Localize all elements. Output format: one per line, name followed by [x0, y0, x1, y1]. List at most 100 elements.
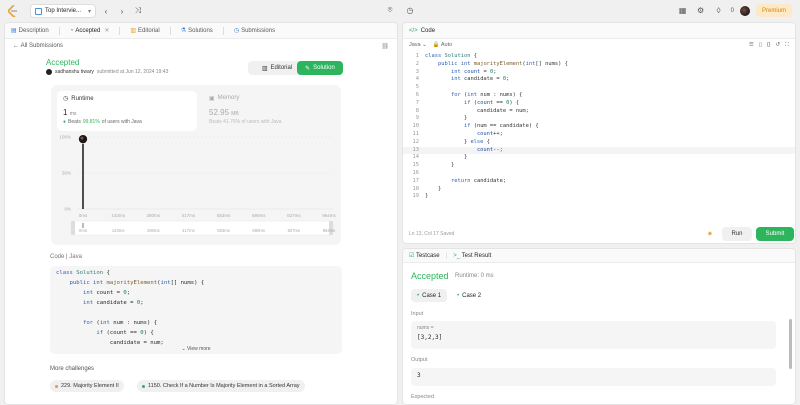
range-tick-label: 143ms — [112, 228, 125, 233]
description-icon: ▤ — [11, 28, 17, 34]
range-tick-label: 0ms — [79, 228, 87, 233]
editor-line: 5 — [415, 84, 419, 91]
all-submissions-link[interactable]: All Submissions — [21, 43, 63, 49]
code-brackets-icon: </> — [409, 27, 418, 34]
output-label: Output — [411, 357, 428, 363]
view-more-button[interactable]: ⌄ View more — [50, 346, 342, 352]
test-status: Accepted — [411, 271, 449, 281]
tab-test-result[interactable]: >_ Test Result — [453, 253, 491, 259]
code-line: for (int num : nums) { — [82, 320, 158, 326]
problem-list-tab[interactable]: Top Intervie... ▾ — [30, 4, 96, 18]
submission-status: Accepted — [46, 58, 80, 67]
code-panel-title: Code — [420, 27, 436, 34]
tab-description[interactable]: ▤ Description — [11, 27, 49, 35]
challenge-chip[interactable]: 229. Majority Element II — [50, 380, 124, 392]
editor-line: 14 } — [412, 154, 468, 161]
editor-line: 17 return candidate; — [412, 177, 507, 184]
shuffle-icon[interactable]: ⤨ — [132, 5, 144, 17]
runtime-card[interactable]: ◷ Runtime 1 ms ● Beats 99.81% of users wi… — [57, 91, 197, 131]
editor-toolbar: Java ⌄ 🔒 Auto ☰ ▯ {} ↺ ⛶ — [403, 39, 795, 51]
prev-problem-icon[interactable]: ‹ — [100, 5, 112, 17]
pass-dot-icon: • — [457, 292, 460, 299]
tab-editorial[interactable]: ▥ Editorial — [130, 27, 159, 35]
notes-icon[interactable]: ☰ — [749, 42, 754, 49]
y-tick-label: 100% — [59, 135, 71, 140]
x-tick-label: 417ms — [182, 213, 196, 218]
close-icon[interactable]: ✕ — [104, 27, 109, 34]
run-button[interactable]: Run — [722, 227, 752, 241]
x-tick-label: 280ms — [147, 213, 161, 218]
autosave-indicator[interactable]: 🔒 Auto — [433, 42, 452, 48]
top-bar: Top Intervie... ▾ ‹ › ⤨ ⌾ ◷ ▦ ⚙ ◊ 0 Prem… — [0, 0, 800, 22]
timer-icon[interactable]: ◷ — [404, 4, 416, 16]
editor-line: 16 — [412, 169, 420, 176]
clock-icon: ◷ — [63, 96, 69, 102]
test-runtime: Runtime: 0 ms — [455, 273, 494, 279]
back-bar: ← All Submissions ⛓ — [5, 39, 397, 53]
author-name[interactable]: sadhanshu tiwary — [55, 69, 94, 75]
next-problem-icon[interactable]: › — [116, 5, 128, 17]
input-key: nums = — [417, 325, 434, 331]
range-tick-label: 964ms — [323, 228, 336, 233]
share-link-icon[interactable]: ⛓ — [381, 43, 389, 50]
editor-line: 7 if (count == 0) { — [415, 99, 520, 106]
output-box: 3 — [411, 368, 776, 386]
tab-solutions[interactable]: ⚗ Solutions — [181, 27, 213, 35]
author-avatar[interactable] — [46, 69, 52, 75]
chevron-down-icon: ▾ — [87, 8, 91, 15]
range-tick-label: 280ms — [147, 228, 160, 233]
case-1-tab[interactable]: • Case 1 — [411, 289, 448, 302]
runtime-unit: ms — [69, 111, 77, 117]
y-tick-label: 0% — [64, 207, 71, 212]
terminal-icon: >_ — [453, 252, 461, 259]
code-line: public int majorityElement(int[] nums) { — [69, 280, 205, 286]
range-tick-label: 417ms — [182, 228, 195, 233]
format-braces-icon[interactable]: {} — [767, 42, 771, 49]
layout-icon[interactable]: ▦ — [677, 5, 689, 17]
submit-button[interactable]: Submit — [756, 227, 794, 241]
runtime-distribution-chart[interactable]: 100% 50% 0% 0ms 143ms 280ms 417ms 553ms 690ms 827… — [51, 133, 341, 245]
code-line: if (count == 0) { — [96, 330, 154, 336]
tab-divider — [119, 26, 121, 35]
memory-card[interactable]: ▣ Memory 52.95 MB Beats 41.76% of users w… — [203, 91, 333, 131]
memory-value: 52.95 — [209, 108, 230, 117]
debug-icon[interactable]: ⌾ — [384, 4, 396, 16]
bookmark-icon[interactable]: ▯ — [759, 42, 762, 49]
editor-line: 10 if (num == candidate) { — [412, 123, 539, 130]
clock-icon: ◔ — [69, 27, 74, 34]
case-2-tab[interactable]: • Case 2 — [451, 289, 487, 302]
x-tick-label: 964ms — [322, 213, 336, 218]
language-select[interactable]: Java ⌄ — [409, 42, 427, 48]
back-arrow-icon[interactable]: ← — [13, 43, 21, 49]
x-tick-label: 827ms — [287, 213, 301, 218]
lightbulb-icon[interactable]: ✷ — [707, 230, 713, 238]
tab-accepted[interactable]: ◔ Accepted ✕ — [69, 27, 110, 35]
challenge-chip[interactable]: 1150. Check If a Number Is Majority Elem… — [137, 380, 305, 392]
tab-divider: | — [445, 252, 448, 259]
premium-button[interactable]: Premium — [755, 4, 792, 17]
user-avatar[interactable] — [739, 5, 750, 16]
book-icon: ▥ — [261, 65, 268, 72]
code-editor[interactable]: 1 class Solution { 2 public int majorityE… — [403, 53, 795, 223]
range-handle-left — [71, 221, 75, 235]
reset-icon[interactable]: ↺ — [776, 42, 781, 49]
difficulty-dot — [55, 384, 58, 388]
settings-icon[interactable]: ⚙ — [695, 5, 707, 17]
tab-submissions[interactable]: ◷ Submissions — [234, 27, 275, 35]
leetcode-logo-icon[interactable] — [8, 5, 18, 17]
memory-beats: Beats 41.76% of users with Java — [209, 119, 282, 125]
difficulty-dot — [142, 384, 145, 388]
streak-fire-icon[interactable]: ◊ — [713, 5, 725, 17]
stats-panel: ◷ Runtime 1 ms ● Beats 99.81% of users wi… — [51, 85, 341, 245]
tab-testcase[interactable]: ☑ Testcase — [409, 252, 440, 259]
checkbox-icon: ☑ — [409, 253, 415, 259]
scrollbar[interactable] — [789, 319, 792, 369]
editor-line: 18 } — [412, 185, 442, 192]
memory-unit: MB — [231, 111, 239, 117]
solution-button[interactable]: ✎ Solution — [297, 61, 343, 75]
editor-line: 9 } — [415, 115, 468, 122]
fullscreen-icon[interactable]: ⛶ — [785, 42, 789, 49]
left-tabs: ▤ Description ◔ Accepted ✕ ▥ Editorial ⚗ Solu… — [5, 23, 397, 39]
beats-badge-icon: ● — [63, 119, 67, 125]
